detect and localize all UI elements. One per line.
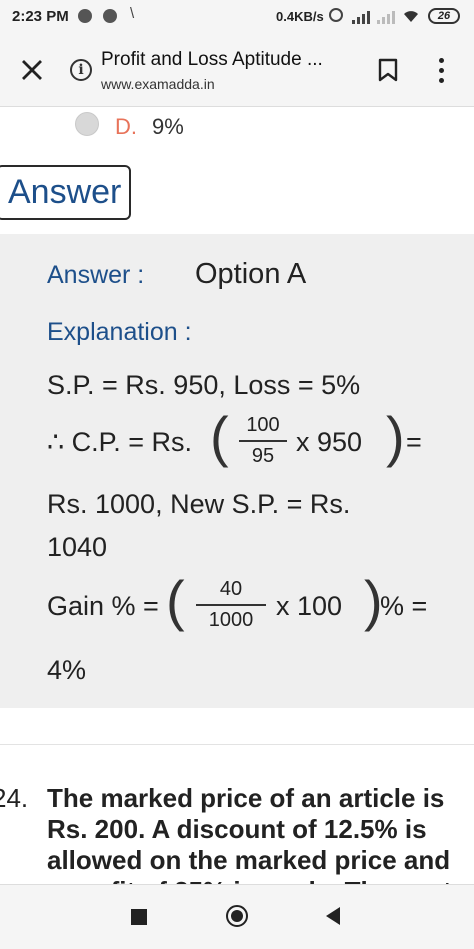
question-number: 24. xyxy=(0,783,29,813)
explanation-line-2-prefix: ∴ C.P. = Rs. xyxy=(47,427,192,457)
question-line-1: The marked price of an article is xyxy=(47,783,445,813)
home-icon[interactable] xyxy=(226,905,248,927)
explanation-line-3: Rs. 1000, New S.P. = Rs. xyxy=(47,489,351,519)
browser-toolbar: i Profit and Loss Aptitude ... www.exama… xyxy=(0,34,474,107)
fraction-1-denominator: 95 xyxy=(251,445,275,467)
recent-apps-icon[interactable] xyxy=(131,909,147,925)
status-bar: 2:23 PM \ 0.4KB/s 26 xyxy=(0,0,474,34)
question-line-2: Rs. 200. A discount of 12.5% is xyxy=(47,814,427,844)
option-d-radio[interactable] xyxy=(75,112,99,136)
left-paren: ( xyxy=(210,405,229,468)
answer-label: Answer : xyxy=(47,261,145,289)
answer-panel: Answer : Option A Explanation : S.P. = R… xyxy=(0,234,474,708)
page-title: Profit and Loss Aptitude ... xyxy=(101,49,323,70)
answer-button[interactable]: Answer xyxy=(0,165,131,220)
bookmark-icon[interactable] xyxy=(378,58,398,82)
explanation-label: Explanation : xyxy=(47,318,192,346)
right-paren: ) xyxy=(386,405,405,468)
left-paren-2: ( xyxy=(166,569,185,632)
explanation-line-2-eq: = xyxy=(406,427,422,457)
fraction-2-numerator: 40 xyxy=(219,578,243,600)
signal-indicator-icon: \ xyxy=(130,5,135,22)
explanation-line-1: S.P. = Rs. 950, Loss = 5% xyxy=(47,370,361,400)
system-nav-bar xyxy=(0,884,474,949)
explanation-line-6: 4% xyxy=(47,655,87,685)
explanation-line-4: 1040 xyxy=(47,532,108,562)
status-time: 2:23 PM xyxy=(12,8,69,25)
back-icon[interactable] xyxy=(326,907,340,925)
fraction-1: 100 95 xyxy=(239,414,287,468)
divider xyxy=(0,744,474,745)
fraction-2: 40 1000 xyxy=(196,578,266,632)
explanation-line-5-prefix: Gain % = xyxy=(47,591,159,621)
app-notification-icon xyxy=(103,9,117,23)
chrome-notification-icon xyxy=(78,9,92,23)
fraction-2-denominator: 1000 xyxy=(208,609,254,631)
alarm-icon xyxy=(329,8,343,22)
fraction-1-numerator: 100 xyxy=(246,414,280,436)
network-speed: 0.4KB/s xyxy=(276,9,324,24)
answer-value: Option A xyxy=(195,258,307,290)
question-line-4-clip: a profit of 25% is made. The cost xyxy=(0,872,474,884)
question-line-4: a profit of 25% is made. The cost xyxy=(47,876,452,884)
cell-signal-2-icon xyxy=(377,10,397,24)
explanation-line-5-mult: x 100 xyxy=(276,591,343,621)
option-d-letter: D. xyxy=(115,114,137,139)
option-d-text: 9% xyxy=(152,114,184,139)
wifi-icon xyxy=(404,11,418,22)
info-icon[interactable]: i xyxy=(70,59,92,81)
more-options-icon[interactable] xyxy=(436,56,446,86)
cell-signal-icon xyxy=(352,10,372,24)
explanation-line-5-suffix: % = xyxy=(380,591,428,621)
close-icon[interactable] xyxy=(18,56,46,84)
battery-icon: 26 xyxy=(428,8,460,24)
page-url: www.examadda.in xyxy=(101,76,215,92)
explanation-line-2-mult: x 950 xyxy=(296,427,363,457)
